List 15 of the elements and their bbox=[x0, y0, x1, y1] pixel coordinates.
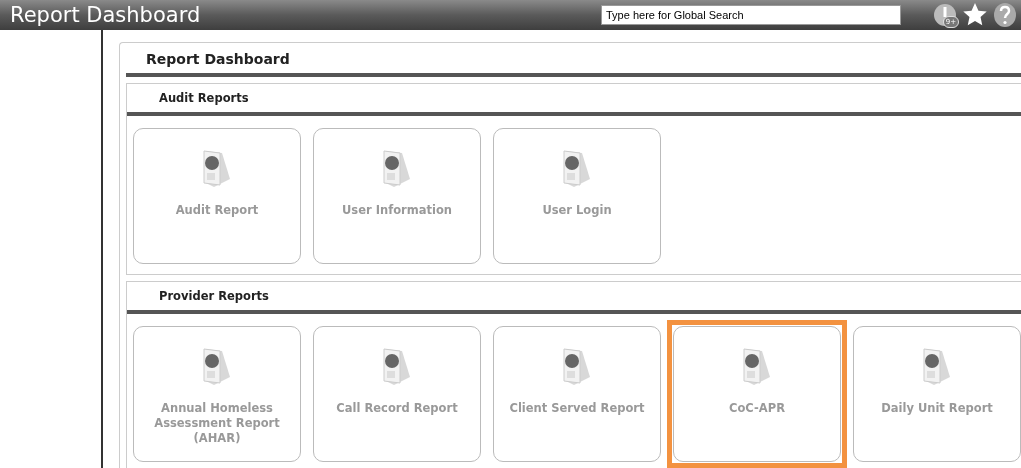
tile-label: Annual Homeless Assessment Report (AHAR) bbox=[153, 401, 281, 446]
tile-label: Client Served Report bbox=[508, 401, 646, 416]
tile-label: CoC-APR bbox=[728, 401, 786, 416]
search-field[interactable]: Type here for Global Search bbox=[601, 5, 901, 25]
section-title: Provider Reports bbox=[127, 282, 1021, 314]
help-icon[interactable] bbox=[991, 1, 1019, 29]
tile-label: Call Record Report bbox=[335, 401, 459, 416]
tile-label: User Information bbox=[341, 203, 453, 218]
tile-label: User Login bbox=[541, 203, 613, 218]
tile-label: Audit Report bbox=[174, 203, 260, 218]
section-title: Audit Reports bbox=[127, 84, 1021, 116]
report-tile[interactable]: CoC-APR bbox=[667, 320, 847, 468]
page-title: Report Dashboard bbox=[10, 3, 202, 27]
panel-title: Report Dashboard bbox=[126, 43, 1021, 77]
tile-label: Daily Unit Report bbox=[880, 401, 994, 416]
